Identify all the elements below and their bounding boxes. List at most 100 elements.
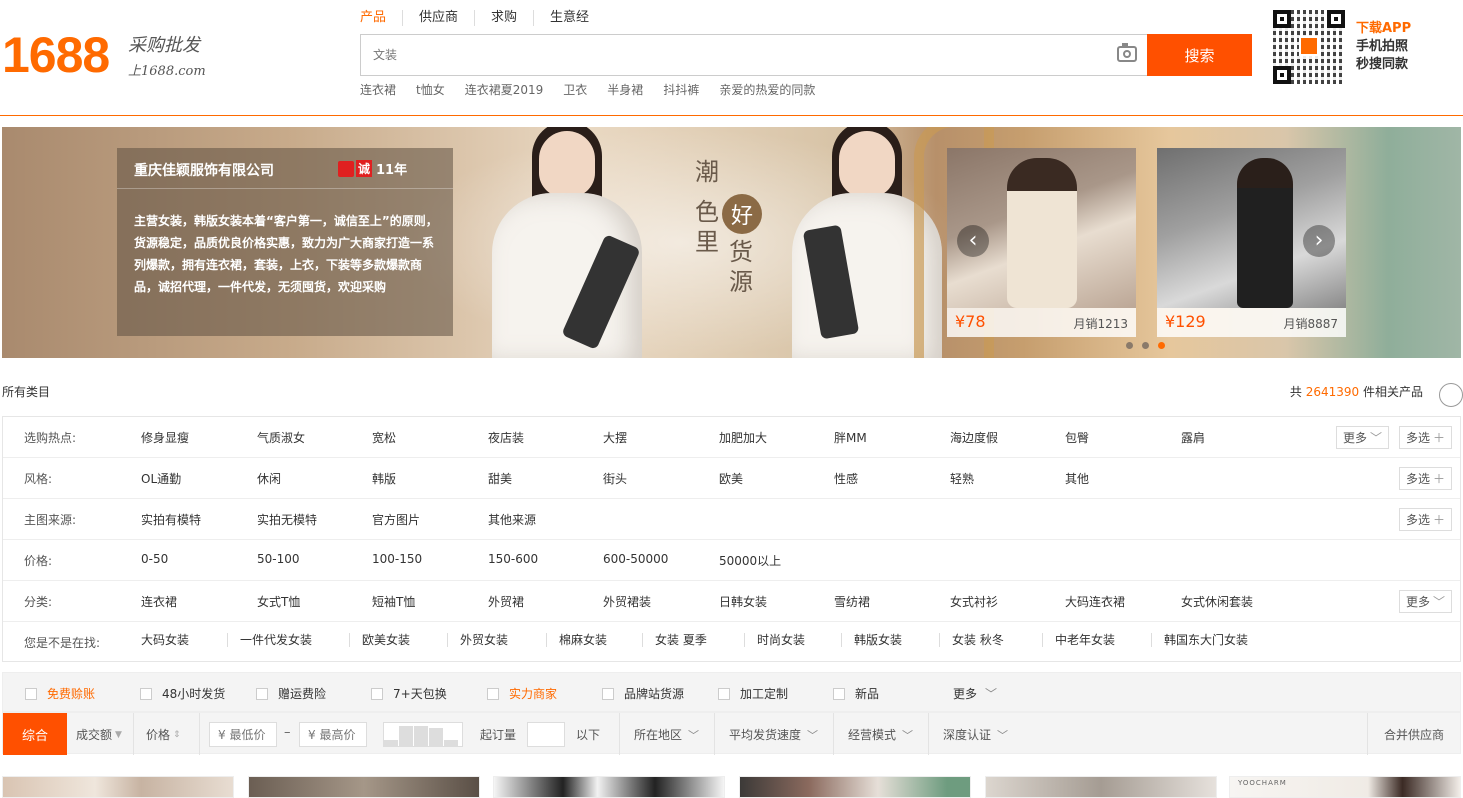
suggestion-link[interactable]: 韩版女装 [841,633,914,647]
checkbox[interactable] [371,687,383,700]
feature-48h-ship[interactable]: 48小时发货 [140,685,225,702]
feature-brand-source[interactable]: 品牌站货源 [602,685,684,702]
logo[interactable]: 1688 采购批发 上1688.com [2,30,206,80]
checkbox[interactable] [833,687,845,700]
suggestion-link[interactable]: 韩国东大门女装 [1151,633,1260,647]
suggestion-link[interactable]: 外贸女装 [447,633,520,647]
filter-option[interactable]: 其他来源 [488,511,536,528]
product-thumbnail[interactable] [248,776,480,798]
filter-option[interactable]: 海边度假 [950,429,998,446]
filter-option[interactable]: 街头 [603,470,627,487]
min-price-input[interactable] [209,722,277,747]
filter-option[interactable]: 日韩女装 [719,593,767,610]
multi-select-button[interactable]: 多选＋ [1399,508,1453,531]
filter-option[interactable]: 女式T恤 [257,593,300,610]
hot-word[interactable]: 连衣裙夏2019 [465,82,544,98]
hot-word[interactable]: t恤女 [416,82,445,98]
suggestion-link[interactable]: 一件代发女装 [227,633,324,647]
filter-option[interactable]: 600-50000 [603,552,668,566]
filter-option[interactable]: 外贸裙装 [603,593,651,610]
suggestion-link[interactable]: 棉麻女装 [546,633,619,647]
suggestion-link[interactable]: 女装 秋冬 [939,633,1016,647]
feature-free-credit[interactable]: 免费赊账 [25,685,95,702]
features-more[interactable]: 更多 ﹀ [953,685,997,702]
checkbox[interactable] [602,687,614,700]
hot-word[interactable]: 卫衣 [563,82,587,98]
filter-option[interactable]: 100-150 [372,552,422,566]
more-button[interactable]: 更多 ﹀ [1336,426,1390,449]
hot-word[interactable]: 抖抖裤 [663,82,699,98]
filter-option[interactable]: 欧美 [719,470,743,487]
dropdown-region[interactable]: 所在地区 ﹀ [634,726,699,743]
filter-option[interactable]: 150-600 [488,552,538,566]
tab-purchase[interactable]: 求购 [474,10,533,26]
feature-custom[interactable]: 加工定制 [718,685,788,702]
feature-7day-exchange[interactable]: 7+天包换 [371,685,447,702]
filter-option[interactable]: 实拍有模特 [141,511,201,528]
checkbox[interactable] [256,687,268,700]
filter-option[interactable]: 夜店装 [488,429,524,446]
filter-option[interactable]: 女式衬衫 [950,593,998,610]
filter-option[interactable]: 实拍无模特 [257,511,317,528]
product-thumbnail[interactable] [739,776,971,798]
multi-select-button[interactable]: 多选＋ [1399,426,1453,449]
multi-select-button[interactable]: 多选＋ [1399,467,1453,490]
filter-option[interactable]: 雪纺裙 [834,593,870,610]
moq-input[interactable] [527,722,565,747]
filter-option[interactable]: 加肥加大 [719,429,767,446]
filter-option[interactable]: 露肩 [1181,429,1205,446]
filter-option[interactable]: 大摆 [603,429,627,446]
carousel-dot[interactable] [1142,342,1149,349]
price-distribution-chart[interactable] [383,722,463,747]
checkbox[interactable] [25,687,37,700]
sort-price[interactable]: 价格 ⇕ [146,726,181,743]
filter-option[interactable]: 性感 [834,470,858,487]
filter-option[interactable]: 其他 [1065,470,1089,487]
filter-option[interactable]: 大码连衣裙 [1065,593,1125,610]
filter-option[interactable]: 50000以上 [719,552,781,569]
hot-word[interactable]: 连衣裙 [360,82,396,98]
product-thumbnail[interactable]: YOOCHARM [1229,776,1461,798]
filter-option[interactable]: 外贸裙 [488,593,524,610]
sort-turnover[interactable]: 成交额 ▼ [76,726,122,743]
dropdown-ship-speed[interactable]: 平均发货速度 ﹀ [729,726,818,743]
chevron-right-icon[interactable]: › [1303,225,1335,257]
suggestion-link[interactable]: 中老年女装 [1042,633,1127,647]
tab-product[interactable]: 产品 [360,10,402,26]
hot-word[interactable]: 半身裙 [607,82,643,98]
filter-option[interactable]: 0-50 [141,552,168,566]
suggestion-link[interactable]: 大码女装 [129,633,201,647]
filter-option[interactable]: 宽松 [372,429,396,446]
suggestion-link[interactable]: 女装 夏季 [642,633,719,647]
filter-option[interactable]: 包臀 [1065,429,1089,446]
feature-shipping-insurance[interactable]: 赠运费险 [256,685,326,702]
carousel-dot-active[interactable] [1158,342,1165,349]
filter-option[interactable]: 气质淑女 [257,429,305,446]
checkbox[interactable] [140,687,152,700]
search-input[interactable] [361,35,1101,75]
filter-option[interactable]: 韩版 [372,470,396,487]
tab-business[interactable]: 生意经 [533,10,605,26]
filter-option[interactable]: 官方图片 [372,511,420,528]
filter-option[interactable]: 50-100 [257,552,300,566]
more-button[interactable]: 更多 ﹀ [1399,590,1453,613]
sort-default[interactable]: 综合 [3,713,67,755]
filter-option[interactable]: 胖MM [834,429,867,446]
chevron-left-icon[interactable]: ‹ [957,225,989,257]
filter-option[interactable]: 女式休闲套装 [1181,593,1253,610]
dropdown-business-model[interactable]: 经营模式 ﹀ [848,726,913,743]
filter-option[interactable]: 修身显瘦 [141,429,189,446]
filter-option[interactable]: 轻熟 [950,470,974,487]
hot-word[interactable]: 亲爱的热爱的同款 [719,82,815,98]
collapse-toggle-icon[interactable] [1439,383,1463,407]
filter-option[interactable]: 甜美 [488,470,512,487]
checkbox[interactable] [718,687,730,700]
product-thumbnail[interactable] [2,776,234,798]
camera-icon[interactable] [1117,43,1137,62]
tab-supplier[interactable]: 供应商 [402,10,474,26]
checkbox[interactable] [487,687,499,700]
company-card[interactable]: 重庆佳颖服饰有限公司 诚 11年 主营女装，韩版女装本着“客户第一，诚信至上”的… [117,148,453,336]
all-categories[interactable]: 所有类目 [2,383,50,400]
filter-option[interactable]: OL通勤 [141,470,181,487]
app-download[interactable]: 下载APP 手机拍照 秒搜同款 [1356,20,1411,74]
